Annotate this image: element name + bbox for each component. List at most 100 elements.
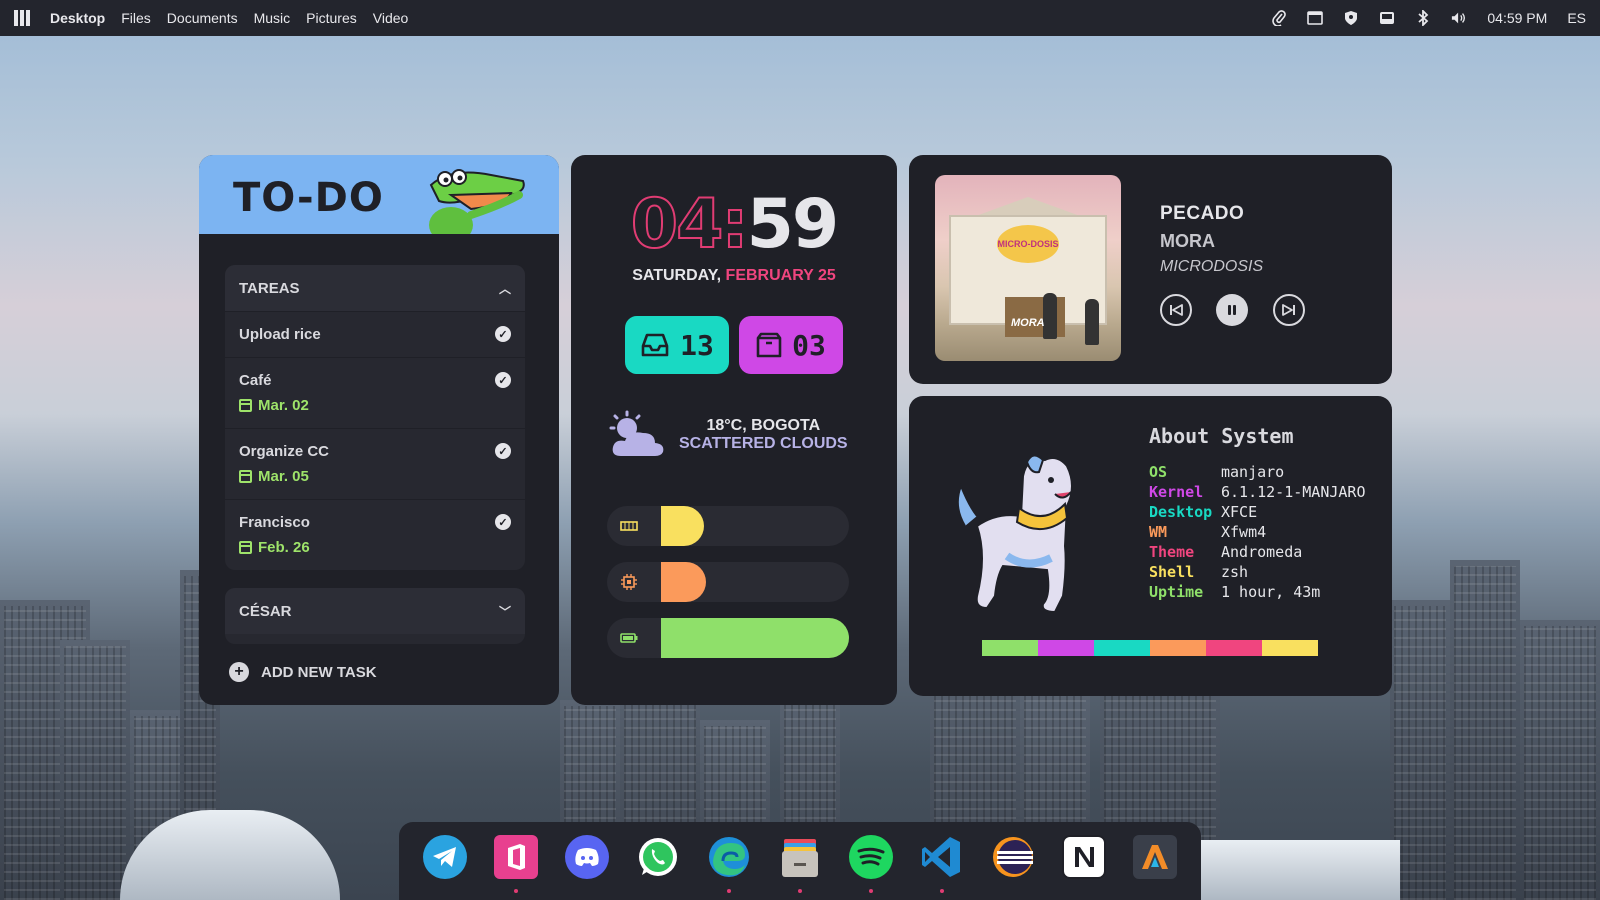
- weather-condition: SCATTERED CLOUDS: [679, 435, 848, 452]
- menu-pictures[interactable]: Pictures: [306, 10, 357, 26]
- track-album: MICRODOSIS: [1160, 258, 1264, 275]
- panel-clock[interactable]: 04:59 PM: [1487, 10, 1547, 26]
- drive-icon[interactable]: [1379, 10, 1395, 26]
- cover-brand-text: MORA: [1011, 317, 1045, 329]
- menu-desktop[interactable]: Desktop: [50, 10, 105, 26]
- task-item[interactable]: Organize CC Mar. 05 ✓: [225, 428, 525, 499]
- battery-icon: [619, 628, 639, 648]
- cpu-icon: [619, 572, 639, 592]
- dock: [399, 822, 1201, 900]
- cpu-meter: [607, 562, 849, 602]
- sysinfo-key: Desktop: [1149, 503, 1213, 521]
- chevron-up-icon[interactable]: ︿: [499, 280, 511, 297]
- palette-swatch: [982, 640, 1038, 656]
- sysinfo-key: Kernel: [1149, 483, 1204, 501]
- inbox-badge[interactable]: 13: [625, 316, 729, 374]
- cover-figure: [1043, 293, 1057, 339]
- eclipse-icon[interactable]: [991, 835, 1035, 879]
- cover-figure: [1085, 299, 1099, 345]
- check-icon[interactable]: ✓: [495, 326, 511, 342]
- music-player-widget: MICRO-DOSIS MORA PECADO MORA MICRODOSIS: [909, 155, 1392, 384]
- clock-hour: 04: [630, 184, 725, 265]
- volume-icon[interactable]: [1451, 10, 1467, 26]
- sysinfo-value: 6.1.12-1-MANJARO: [1221, 483, 1366, 501]
- task-name: Francisco: [239, 514, 310, 531]
- menu-documents[interactable]: Documents: [167, 10, 238, 26]
- task-name: Café: [239, 372, 272, 389]
- color-palette: [982, 640, 1318, 656]
- files-icon[interactable]: [778, 835, 822, 893]
- task-date-text: Mar. 05: [258, 468, 309, 485]
- add-new-task-label: ADD NEW TASK: [261, 663, 377, 681]
- screen-icon[interactable]: [1307, 10, 1324, 26]
- check-icon[interactable]: ✓: [495, 443, 511, 459]
- sysinfo-row: Kernel 6.1.12-1-MANJARO: [1149, 482, 1366, 502]
- calendar-icon: [239, 470, 252, 483]
- pause-button[interactable]: [1216, 294, 1248, 326]
- chevron-down-icon[interactable]: ﹀: [499, 603, 511, 620]
- skip-next-icon: [1282, 304, 1295, 316]
- running-indicator: [869, 889, 873, 893]
- track-info: PECADO MORA MICRODOSIS: [1160, 203, 1263, 276]
- section-tareas: TAREAS ︿ Upload rice ✓ Café Mar. 02 ✓ Or…: [225, 265, 525, 570]
- bluetooth-icon[interactable]: [1415, 10, 1431, 26]
- sysinfo-key: Theme: [1149, 543, 1195, 561]
- package-badge[interactable]: 03: [739, 316, 843, 374]
- menu-files[interactable]: Files: [121, 10, 151, 26]
- system-info-list: OS manjaro Kernel 6.1.12-1-MANJARO Desktop…: [1149, 462, 1366, 602]
- task-due-date: Feb. 26: [239, 539, 310, 556]
- inbox-count: 13: [680, 328, 714, 362]
- big-clock: 04:59: [571, 184, 897, 265]
- memory-meter-fill: [661, 506, 704, 546]
- task-item[interactable]: Upload rice ✓: [225, 311, 525, 357]
- shield-icon[interactable]: [1343, 10, 1359, 26]
- task-item[interactable]: Francisco Feb. 26 ✓: [225, 499, 525, 570]
- package-count: 03: [792, 328, 826, 362]
- track-title: PECADO: [1160, 203, 1245, 224]
- section-tareas-header[interactable]: TAREAS ︿: [225, 265, 525, 311]
- sysinfo-row: Shell zsh: [1149, 562, 1366, 582]
- notion-icon[interactable]: [1062, 835, 1106, 879]
- sysinfo-value: Xfwm4: [1221, 523, 1267, 541]
- weather-info: 18°C, BOGOTA SCATTERED CLOUDS: [607, 410, 848, 460]
- edge-icon[interactable]: [707, 835, 751, 893]
- vscode-icon[interactable]: [920, 835, 964, 893]
- check-icon[interactable]: ✓: [495, 514, 511, 530]
- crocodile-mascot-icon: [429, 169, 525, 234]
- next-track-button[interactable]: [1273, 294, 1305, 326]
- task-item[interactable]: Café Mar. 02 ✓: [225, 357, 525, 428]
- menu-video[interactable]: Video: [373, 10, 409, 26]
- check-icon[interactable]: ✓: [495, 372, 511, 388]
- memory-meter: [607, 506, 849, 546]
- running-indicator: [514, 889, 518, 893]
- sysinfo-row: Theme Andromeda: [1149, 542, 1366, 562]
- inbox-icon: [641, 333, 669, 357]
- menu-music[interactable]: Music: [254, 10, 291, 26]
- previous-track-button[interactable]: [1160, 294, 1192, 326]
- section-cesar-label: CÉSAR: [239, 602, 292, 620]
- palette-swatch: [1094, 640, 1150, 656]
- keyboard-layout[interactable]: ES: [1567, 10, 1586, 26]
- palette-swatch: [1262, 640, 1318, 656]
- package-icon: [756, 332, 782, 358]
- office-icon[interactable]: [494, 835, 538, 893]
- palette-swatch: [1206, 640, 1262, 656]
- telegram-icon[interactable]: [423, 835, 467, 879]
- todo-widget: TO-DO TAREAS ︿ Upload rice ✓ Café Mar. 0…: [199, 155, 559, 705]
- alacritty-icon[interactable]: [1133, 835, 1177, 879]
- add-new-task-button[interactable]: + ADD NEW TASK: [229, 662, 377, 682]
- album-cover[interactable]: MICRO-DOSIS MORA: [935, 175, 1121, 361]
- about-system-title: About System: [1149, 424, 1294, 448]
- partly-cloudy-icon: [609, 410, 664, 456]
- cover-sign-text: MICRO-DOSIS: [997, 225, 1059, 263]
- whatsapp-icon[interactable]: [636, 835, 680, 879]
- skip-previous-icon: [1170, 304, 1183, 316]
- spotify-icon[interactable]: [849, 835, 893, 893]
- section-cesar-header[interactable]: CÉSAR ﹀: [225, 588, 525, 634]
- discord-icon[interactable]: [565, 835, 609, 879]
- sysinfo-key: WM: [1149, 523, 1168, 541]
- manjaro-logo-icon[interactable]: [14, 10, 30, 26]
- cpu-meter-fill: [661, 562, 706, 602]
- paperclip-icon[interactable]: [1271, 10, 1287, 26]
- top-panel: Desktop Files Documents Music Pictures V…: [0, 0, 1600, 36]
